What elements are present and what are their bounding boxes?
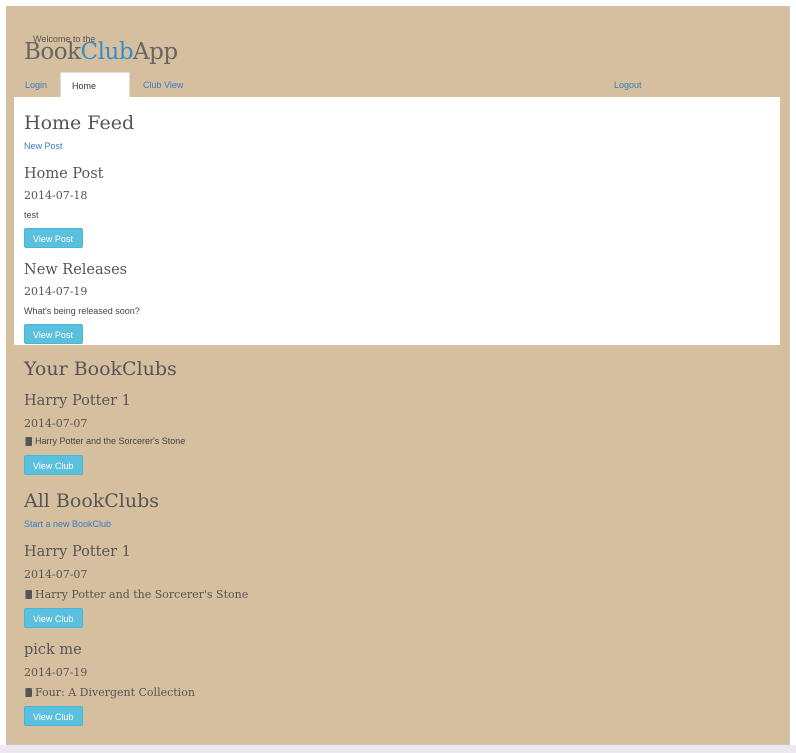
view-club-button[interactable]: View Club <box>24 608 83 628</box>
nav-tabs: Login Home Feed Club View Logout <box>14 72 780 117</box>
club-name: pick me <box>24 642 82 658</box>
club-name: Harry Potter 1 <box>24 544 131 560</box>
view-post-button[interactable]: View Post <box>24 324 83 344</box>
club-book: Harry Potter and the Sorcerer's Stone <box>25 436 185 446</box>
home-feed-title: Home Feed <box>24 112 135 134</box>
post-title: New Releases <box>24 262 128 278</box>
all-bookclubs-title: All BookClubs <box>24 490 160 512</box>
start-new-bookclub-link[interactable]: Start a new BookClub <box>24 519 111 529</box>
club-book: Harry Potter and the Sorcerer's Stone <box>25 588 248 601</box>
your-bookclubs-title: Your BookClubs <box>24 358 177 380</box>
view-club-button[interactable]: View Club <box>24 706 83 726</box>
post-body: test <box>24 210 39 220</box>
bottom-strip <box>0 745 796 753</box>
brand-app: App <box>133 39 178 65</box>
new-post-link[interactable]: New Post <box>24 141 63 151</box>
book-icon <box>25 436 32 446</box>
club-book-title: Harry Potter and the Sorcerer's Stone <box>35 588 249 601</box>
post-date: 2014-07-19 <box>24 285 88 298</box>
club-date: 2014-07-07 <box>24 417 88 430</box>
post-body: What's being released soon? <box>24 306 140 316</box>
tab-club-view[interactable]: Club View <box>132 72 194 98</box>
club-book: Four: A Divergent Collection <box>25 686 195 699</box>
brand-logo[interactable]: BookClubApp <box>24 39 178 65</box>
tab-home-feed[interactable]: Home Feed <box>60 72 130 117</box>
club-name: Harry Potter 1 <box>24 393 131 409</box>
post-date: 2014-07-18 <box>24 189 88 202</box>
logout-link[interactable]: Logout <box>603 72 653 98</box>
club-date: 2014-07-07 <box>24 568 88 581</box>
tab-login[interactable]: Login <box>14 72 58 98</box>
brand-club: Club <box>80 39 134 65</box>
club-book-title: Four: A Divergent Collection <box>35 686 195 699</box>
post-title: Home Post <box>24 166 104 182</box>
book-icon <box>25 688 32 697</box>
book-icon <box>25 590 32 599</box>
brand-book: Book <box>24 39 81 65</box>
view-club-button[interactable]: View Club <box>24 455 83 475</box>
club-book-title: Harry Potter and the Sorcerer's Stone <box>35 436 186 446</box>
view-post-button[interactable]: View Post <box>24 228 83 248</box>
club-date: 2014-07-19 <box>24 666 88 679</box>
